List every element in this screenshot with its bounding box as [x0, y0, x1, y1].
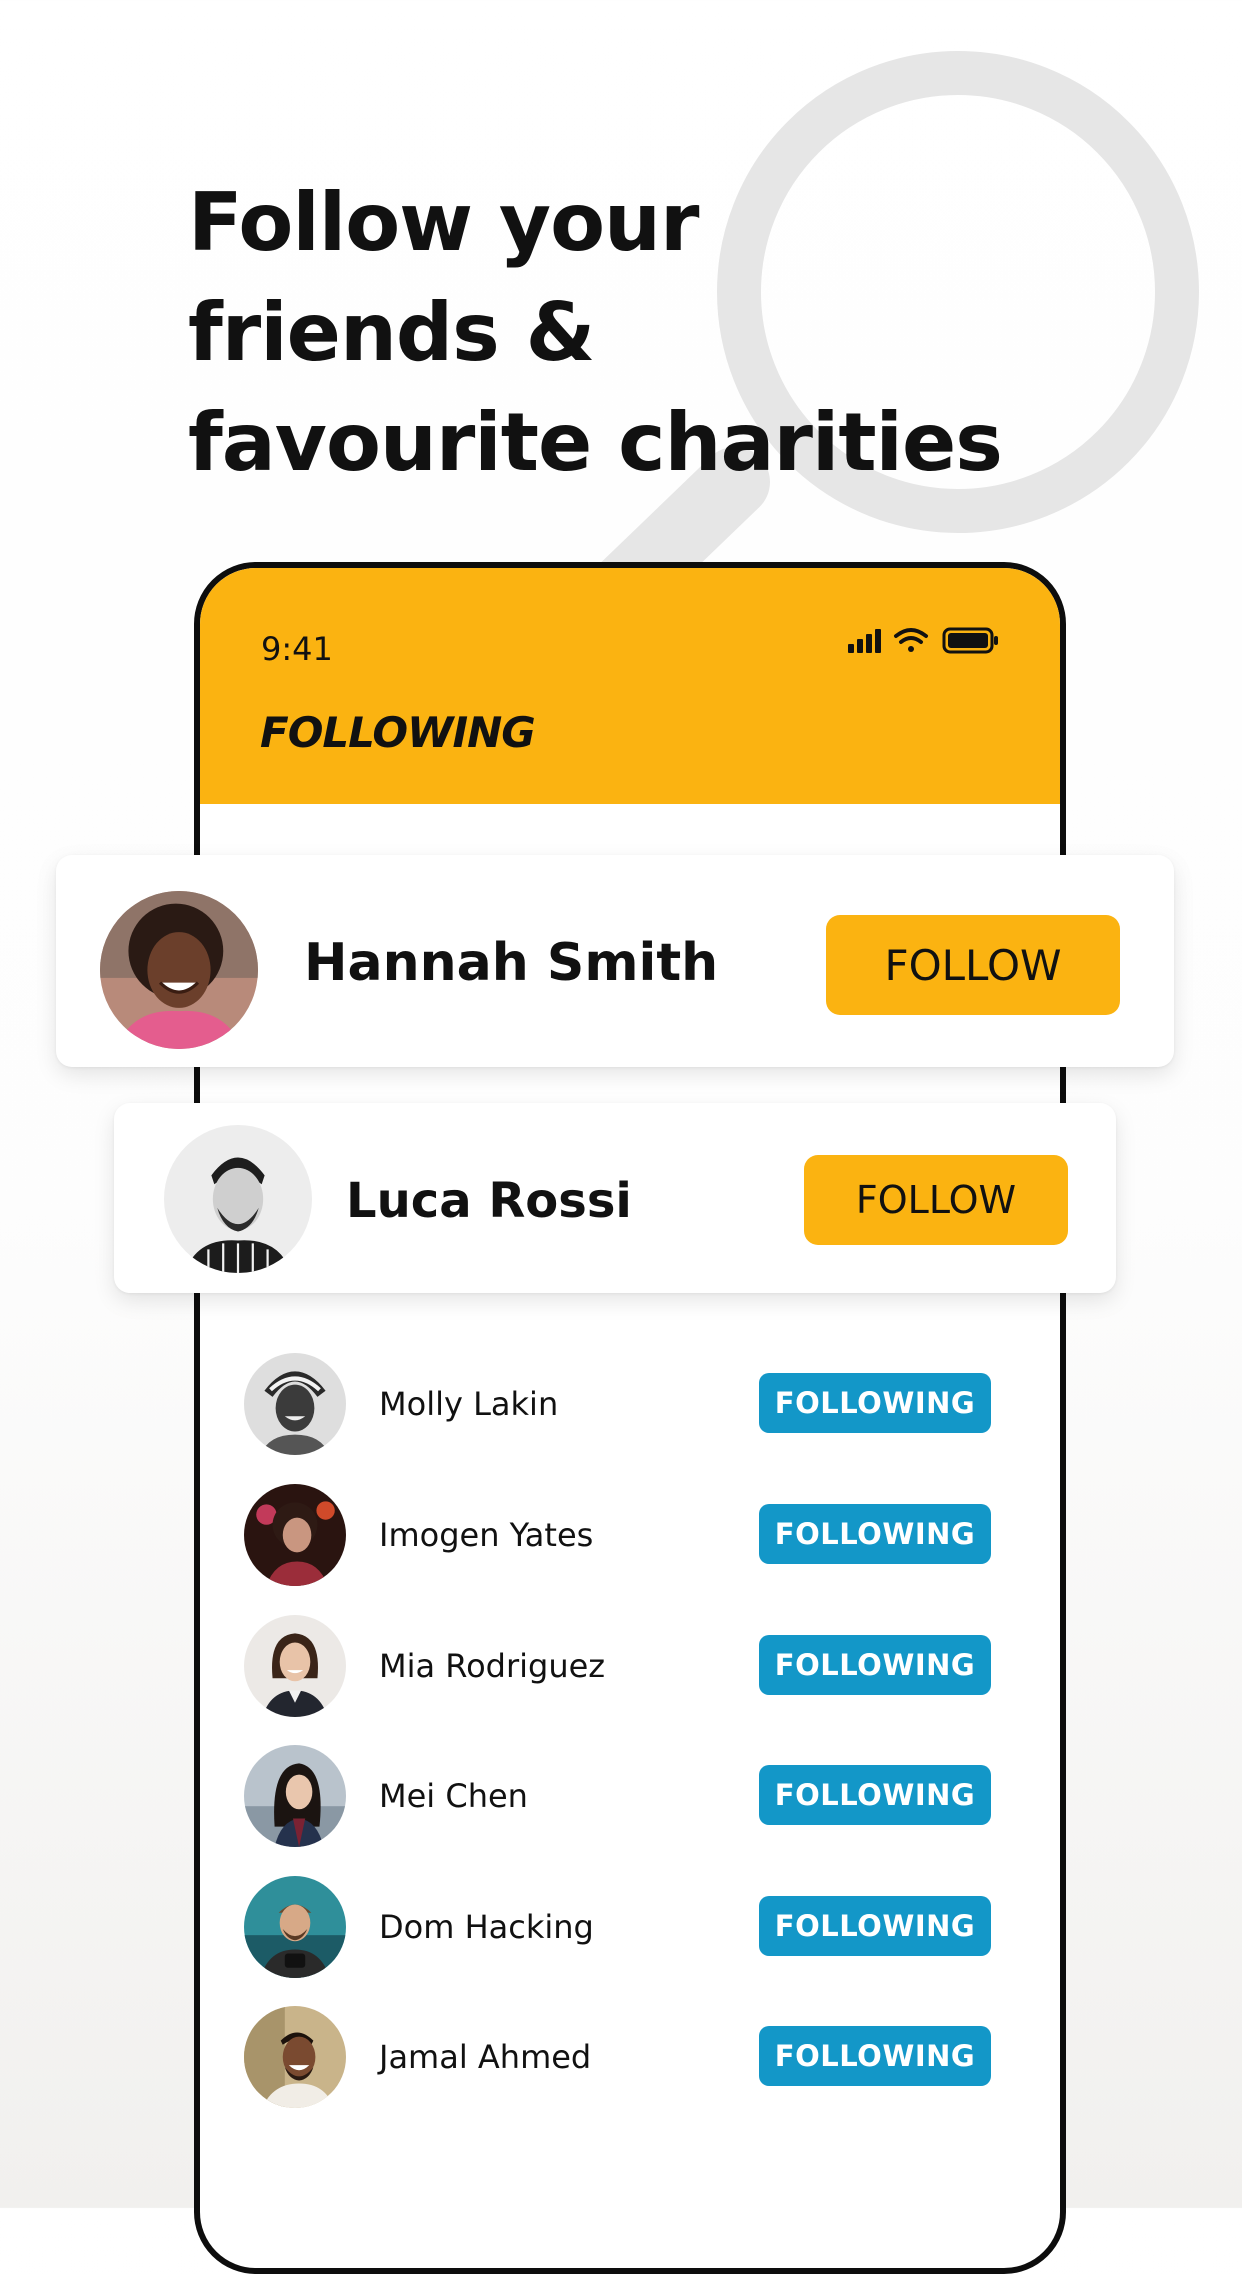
- list-item[interactable]: Imogen Yates FOLLOWING: [244, 1484, 992, 1590]
- headline-line-3: favourite charities: [188, 396, 1003, 489]
- battery-icon: [942, 627, 998, 654]
- headline-line-2: friends &: [188, 286, 595, 379]
- list-item[interactable]: Jamal Ahmed FOLLOWING: [244, 2006, 992, 2112]
- following-button[interactable]: FOLLOWING: [759, 1504, 991, 1564]
- following-button[interactable]: FOLLOWING: [759, 1635, 991, 1695]
- avatar: [244, 2006, 346, 2108]
- avatar: [100, 891, 258, 1049]
- headline: Follow your friends & favourite charitie…: [188, 168, 1088, 498]
- avatar: [244, 1353, 346, 1455]
- list-item[interactable]: Mia Rodriguez FOLLOWING: [244, 1615, 992, 1721]
- user-name: Imogen Yates: [379, 1516, 594, 1554]
- following-button[interactable]: FOLLOWING: [759, 2026, 991, 2086]
- avatar: [164, 1125, 312, 1273]
- user-name: Hannah Smith: [304, 933, 719, 993]
- avatar: [244, 1745, 346, 1847]
- follow-button[interactable]: FOLLOW: [804, 1155, 1068, 1245]
- app-header: 9:41 FOLLOWING: [200, 568, 1060, 804]
- user-name: Molly Lakin: [379, 1385, 559, 1423]
- user-name: Mei Chen: [379, 1777, 528, 1815]
- user-name: Mia Rodriguez: [379, 1647, 606, 1685]
- user-name: Dom Hacking: [379, 1908, 594, 1946]
- list-item[interactable]: Dom Hacking FOLLOWING: [244, 1876, 992, 1982]
- status-icons: [848, 627, 998, 654]
- follow-button[interactable]: FOLLOW: [826, 915, 1120, 1015]
- screen-title: FOLLOWING: [260, 708, 536, 757]
- avatar: [244, 1876, 346, 1978]
- following-button[interactable]: FOLLOWING: [759, 1373, 991, 1433]
- avatar: [244, 1484, 346, 1586]
- list-item[interactable]: Mei Chen FOLLOWING: [244, 1745, 992, 1851]
- featured-user-card[interactable]: Luca Rossi FOLLOW: [114, 1103, 1116, 1293]
- list-item[interactable]: Molly Lakin FOLLOWING: [244, 1353, 992, 1459]
- featured-user-card[interactable]: Hannah Smith FOLLOW: [56, 855, 1174, 1067]
- signal-icon: [848, 629, 881, 653]
- headline-line-1: Follow your: [188, 176, 699, 269]
- avatar: [244, 1615, 346, 1717]
- user-name: Luca Rossi: [346, 1173, 632, 1229]
- user-name: Jamal Ahmed: [379, 2038, 592, 2076]
- following-button[interactable]: FOLLOWING: [759, 1765, 991, 1825]
- status-time: 9:41: [261, 630, 333, 668]
- following-button[interactable]: FOLLOWING: [759, 1896, 991, 1956]
- wifi-icon: [894, 628, 928, 652]
